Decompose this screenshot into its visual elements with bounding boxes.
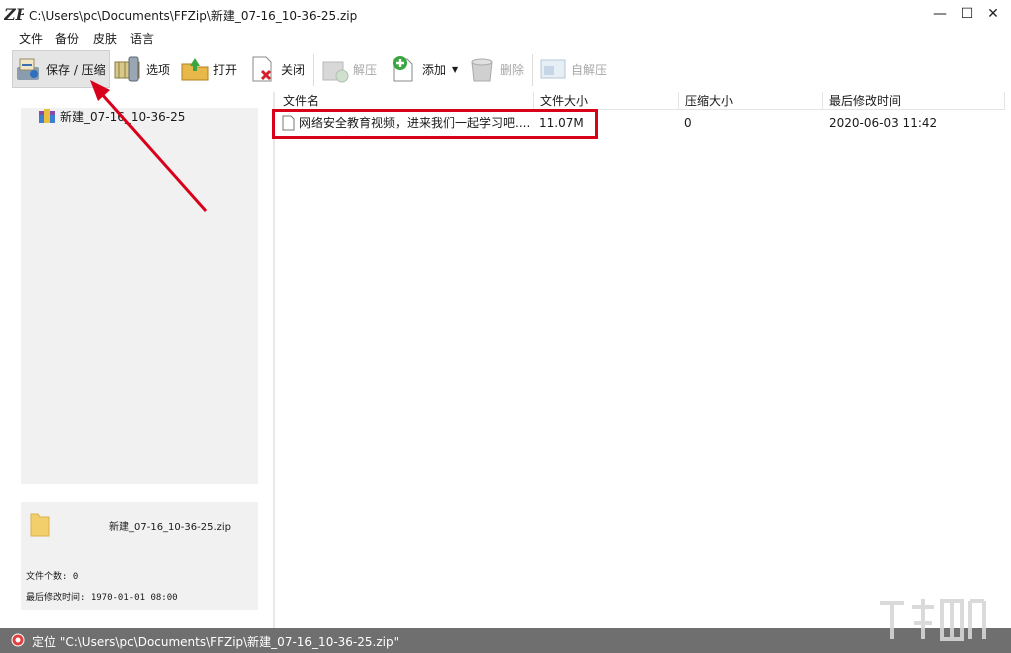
extract-button[interactable]: 解压 [320, 50, 377, 88]
archive-info-panel: 新建_07-16_10-36-25.zip 文件个数: 0 最后修改时间: 19… [21, 502, 258, 610]
self-extract-label: 自解压 [571, 62, 608, 77]
archive-name: 新建_07-16_10-36-25.zip [109, 522, 232, 533]
folder-icon [30, 513, 50, 537]
watermark-logo [880, 599, 986, 641]
column-header-packed[interactable]: 压缩大小 [679, 92, 823, 110]
tree-node-label: 新建_07-16_10-36-25 [60, 109, 186, 124]
self-extract-icon [538, 54, 568, 84]
status-text: 定位 "C:\Users\pc\Documents\FFZip\新建_07-16… [32, 635, 400, 649]
add-button[interactable]: 添加 ▼ [389, 50, 458, 88]
toolbar-divider [532, 54, 533, 86]
column-header-name[interactable]: 文件名 [277, 92, 534, 110]
close-file-button[interactable]: 关闭 [248, 50, 305, 88]
menu-backup[interactable]: 备份 [55, 30, 79, 47]
add-dropdown-chevron-icon[interactable]: ▼ [452, 65, 458, 74]
file-count: 文件个数: 0 [26, 572, 79, 582]
save-compress-icon [13, 54, 43, 84]
maximize-icon: ☐ [960, 6, 974, 22]
list-header: 文件名 文件大小 压缩大小 最后修改时间 [277, 92, 1005, 110]
status-bar: 定位 "C:\Users\pc\Documents\FFZip\新建_07-16… [0, 628, 1011, 653]
file-list: 文件名 文件大小 压缩大小 最后修改时间 网络安全教育视频，进来我们一起学习吧.… [277, 92, 1011, 628]
title-bar: ZP C:\Users\pc\Documents\FFZip\新建_07-16_… [0, 0, 1011, 28]
highlight-box [272, 109, 598, 139]
column-header-size[interactable]: 文件大小 [534, 92, 679, 110]
open-folder-icon [180, 54, 210, 84]
extract-icon [320, 54, 350, 84]
recycle-bin-icon [467, 54, 497, 84]
cell-modified: 2020-06-03 11:42 [829, 116, 938, 130]
window-title: C:\Users\pc\Documents\FFZip\新建_07-16_10-… [29, 9, 358, 23]
close-file-icon [248, 54, 278, 84]
options-icon [113, 54, 143, 84]
options-label: 选项 [146, 62, 171, 77]
delete-label: 删除 [500, 62, 525, 77]
minimize-button[interactable]: — [925, 4, 955, 24]
extract-label: 解压 [353, 62, 378, 77]
save-compress-label: 保存 / 压缩 [46, 62, 106, 77]
open-button[interactable]: 打开 [180, 50, 237, 88]
delete-button[interactable]: 删除 [467, 50, 524, 88]
toolbar-divider [313, 54, 314, 86]
archive-icon [39, 109, 55, 123]
close-button[interactable]: ✕ [978, 4, 1008, 24]
svg-text:ZP: ZP [4, 5, 24, 24]
column-header-modified[interactable]: 最后修改时间 [823, 92, 1005, 110]
menu-language[interactable]: 语言 [130, 30, 154, 47]
menu-file[interactable]: 文件 [19, 30, 43, 47]
close-file-label: 关闭 [281, 62, 306, 77]
tree-node-root[interactable]: 新建_07-16_10-36-25 [39, 108, 185, 124]
minimize-icon: — [933, 6, 947, 22]
save-compress-button[interactable]: 保存 / 压缩 [12, 50, 110, 88]
add-label: 添加 [422, 62, 447, 77]
panel-splitter[interactable] [273, 92, 275, 628]
locate-icon [11, 633, 25, 647]
last-modified: 最后修改时间: 1970-01-01 08:00 [26, 593, 178, 603]
add-icon [389, 54, 419, 84]
ffzip-logo-icon: ZP [4, 5, 24, 24]
menu-skin[interactable]: 皮肤 [93, 30, 117, 47]
options-button[interactable]: 选项 [113, 50, 170, 88]
folder-tree-panel: 新建_07-16_10-36-25 [21, 108, 258, 484]
menu-bar: 文件 备份 皮肤 语言 [0, 28, 1011, 48]
toolbar: 保存 / 压缩 选项 打开 关闭 解压 添加 ▼ 删除 自解压 [0, 50, 1011, 90]
cell-packed: 0 [684, 116, 692, 130]
close-icon: ✕ [987, 6, 999, 22]
open-label: 打开 [213, 62, 238, 77]
self-extract-button[interactable]: 自解压 [538, 50, 607, 88]
